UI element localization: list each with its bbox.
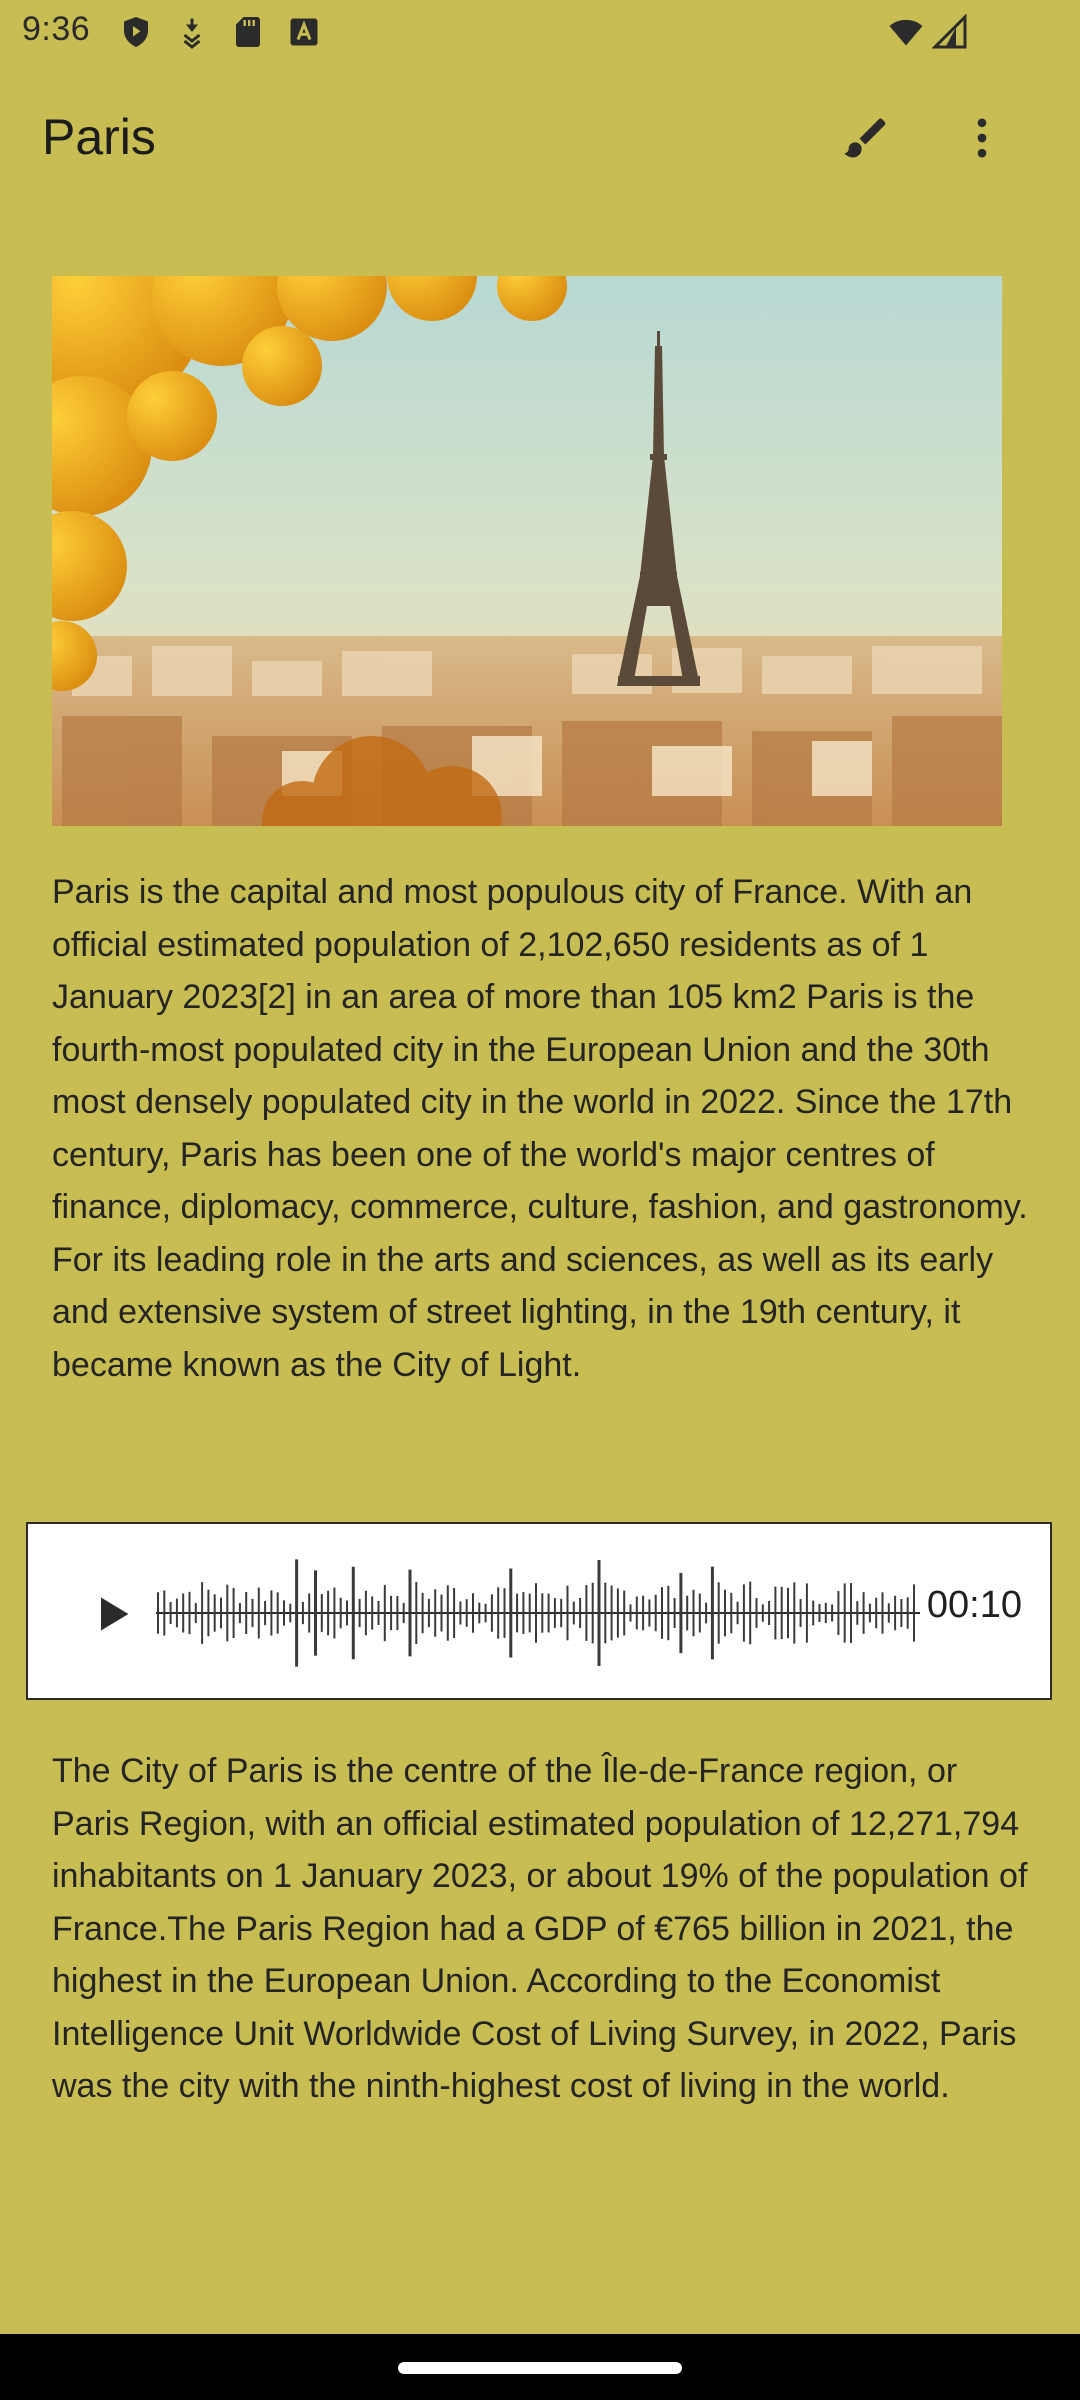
download-icon [183,18,201,49]
paragraph-intro: Paris is the capital and most populous c… [52,873,1028,1384]
text-a-icon [290,18,318,46]
signal-icon [932,14,967,49]
system-navigation-bar [0,2334,1080,2400]
audio-player: 00:10 [26,1522,1052,1700]
play-icon [101,1597,129,1631]
status-system-icons [888,14,968,50]
more-vert-icon [977,118,987,158]
wifi-icon [889,19,923,46]
page-title: Paris [42,109,156,165]
audio-waveform[interactable] [156,1554,920,1672]
more-options-button[interactable] [952,108,1012,168]
status-time: 9:36 [22,10,91,48]
status-bar: 9:36 [0,0,1080,64]
eiffel-tower-photo [52,276,1002,826]
home-gesture-handle[interactable] [398,2362,682,2374]
brush-icon [844,118,886,158]
app-bar: Paris [0,90,1080,186]
play-button[interactable] [72,1574,152,1654]
paragraph-region: The City of Paris is the centre of the Î… [52,1752,1028,2105]
paris-hero-image [52,276,1002,826]
status-notification-icons [118,14,322,50]
shield-icon [124,17,148,47]
sd-card-icon [236,17,260,47]
audio-duration: 00:10 [926,1584,1022,1626]
brush-button[interactable] [836,108,896,168]
